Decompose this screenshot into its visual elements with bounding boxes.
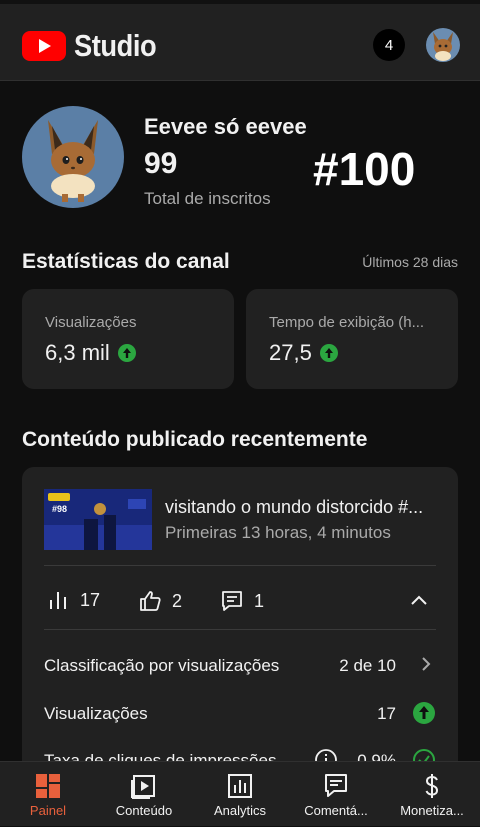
app-name: Studio [74, 28, 157, 63]
eevee-avatar-icon [48, 120, 98, 202]
nav-label: Analytics [213, 803, 267, 818]
views-row: Visualizações 17 [44, 702, 436, 724]
video-views-metric: 17 [48, 589, 100, 611]
eevee-avatar-icon [433, 32, 453, 61]
row-value: 17 [377, 704, 396, 723]
account-avatar[interactable] [426, 28, 460, 62]
thumbs-up-icon [140, 591, 161, 611]
video-title[interactable]: visitando o mundo distorcido #... [165, 497, 440, 518]
collapse-chevron-up-icon[interactable] [408, 589, 430, 616]
youtube-studio-logo[interactable]: Studio [22, 28, 167, 64]
comments-count: 1 [254, 590, 265, 611]
nav-analytics[interactable]: Analytics [192, 762, 288, 827]
arrow-up-icon [412, 701, 436, 730]
bar-chart-icon [50, 592, 66, 609]
row-label: Visualizações [44, 704, 148, 723]
dollar-icon [425, 774, 439, 798]
comments-icon [325, 774, 347, 797]
video-thumbnail[interactable]: #98 [44, 489, 152, 550]
stat-label: Visualizações [45, 314, 137, 331]
nav-label: Conteúdo [115, 803, 173, 818]
views-stat-card[interactable]: Visualizações 6,3 mil [22, 289, 234, 389]
chevron-right-icon [416, 653, 436, 680]
stat-label: Tempo de exibição (h... [269, 314, 425, 331]
video-comments-metric: 1 [220, 589, 264, 613]
header-divider [0, 80, 480, 81]
subscriber-count: 99 [144, 147, 178, 180]
row-value: 2 de 10 [339, 656, 396, 675]
subscriber-label: Total de inscritos [144, 189, 271, 208]
nav-label: Painel [29, 803, 67, 818]
youtube-logo-icon [22, 31, 66, 61]
nav-label: Monetiza... [400, 803, 464, 818]
ranking-row[interactable]: Classificação por visualizações 2 de 10 [44, 656, 436, 676]
stat-number: 6,3 mil [45, 340, 110, 365]
channel-name: Eevee só eevee [144, 114, 307, 139]
card-divider [44, 629, 436, 630]
video-likes-metric: 2 [138, 589, 182, 613]
top-app-bar: Studio 4 [0, 0, 480, 80]
stat-value: 27,5 [269, 340, 338, 366]
views-count: 17 [80, 589, 101, 610]
nav-conteudo[interactable]: Conteúdo [96, 762, 192, 827]
stat-value: 6,3 mil [45, 340, 136, 366]
notification-badge[interactable]: 4 [373, 29, 405, 61]
watch-time-stat-card[interactable]: Tempo de exibição (h... 27,5 [246, 289, 458, 389]
channel-stats-title: Estatísticas do canal [22, 250, 230, 273]
dashboard-icon [36, 774, 60, 798]
trend-up-icon [319, 344, 338, 362]
likes-count: 2 [172, 590, 183, 611]
nav-painel[interactable]: Painel [0, 762, 96, 827]
card-divider [44, 565, 436, 566]
nav-label: Comentá... [304, 803, 368, 818]
stats-period: Últimos 28 dias [362, 254, 458, 270]
recent-video-card: #98 visitando o mundo distorcido #... Pr… [22, 467, 458, 787]
bottom-navigation: Painel Conteúdo Analytics Comentá... Mon… [0, 761, 480, 826]
stat-number: 27,5 [269, 340, 312, 365]
milestone-overlay-text: #100 [313, 143, 416, 195]
analytics-icon [228, 774, 252, 798]
nav-comentarios[interactable]: Comentá... [288, 762, 384, 827]
row-label: Classificação por visualizações [44, 656, 280, 675]
comment-icon [222, 591, 242, 611]
content-icon [131, 775, 155, 799]
nav-monetizacao[interactable]: Monetiza... [384, 762, 480, 827]
channel-avatar[interactable] [22, 106, 124, 208]
recent-content-title: Conteúdo publicado recentemente [22, 428, 368, 451]
trend-up-icon [117, 344, 136, 362]
thumbnail-text: #98 [52, 504, 68, 514]
video-period: Primeiras 13 horas, 4 minutos [165, 523, 391, 542]
